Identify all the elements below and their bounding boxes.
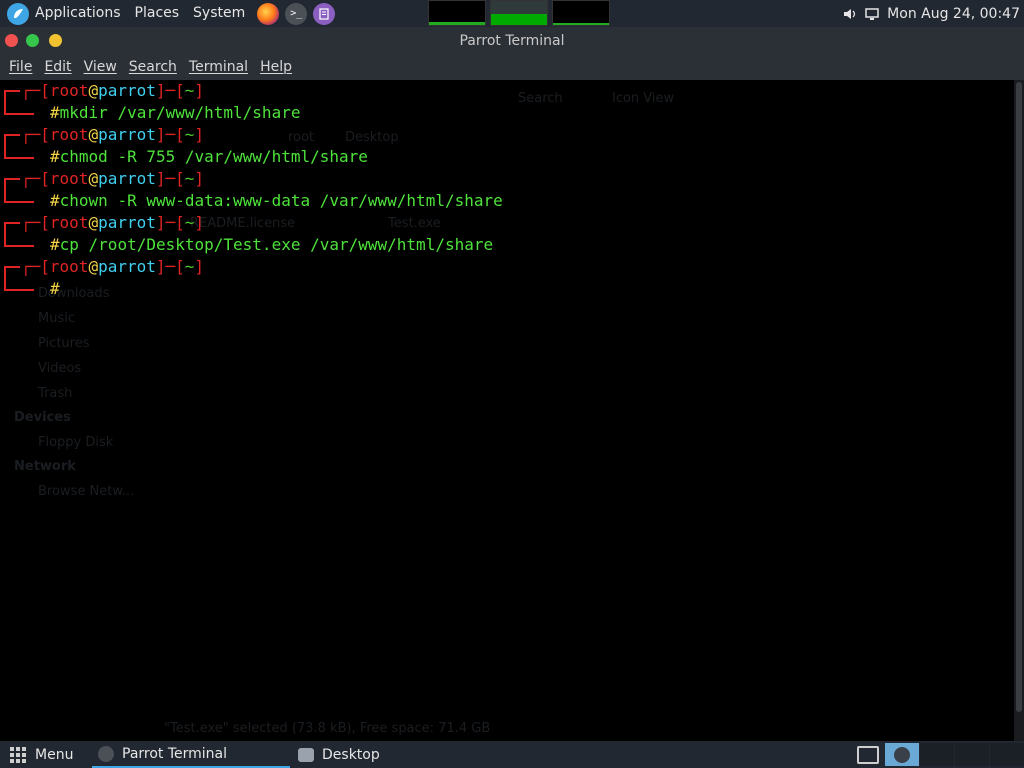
workspace-2[interactable] — [920, 743, 954, 766]
network-monitor — [552, 0, 610, 26]
prompt-line: ┌─[root@parrot]─[~] — [21, 169, 205, 188]
command-text: mkdir /var/www/html/share — [59, 103, 301, 122]
prompt-line: ┌─[root@parrot]─[~] — [21, 213, 205, 232]
system-tray: Mon Aug 24, 00:47 — [843, 0, 1020, 27]
terminal-output[interactable]: Search Icon View root Desktop README.lic… — [0, 80, 1014, 741]
folder-icon — [298, 747, 314, 762]
prompt-line: ┌─[root@parrot]─[~] — [21, 125, 205, 144]
maximize-window-button[interactable] — [49, 34, 62, 47]
terminal-icon — [894, 746, 910, 763]
active-command-line[interactable]: # — [50, 278, 60, 300]
keyboard-icon[interactable] — [857, 745, 879, 764]
memory-monitor — [490, 0, 548, 26]
menu-help[interactable]: Help — [260, 59, 292, 75]
command-line: #chmod -R 755 /var/www/html/share — [50, 147, 368, 166]
parrot-logo-icon[interactable] — [7, 2, 29, 25]
prompt-block-4: ┌─[root@parrot]─[~] #cp /root/Desktop/Te… — [0, 212, 1000, 256]
menu-terminal[interactable]: Terminal — [189, 59, 248, 75]
command-line: #cp /root/Desktop/Test.exe /var/www/html… — [50, 235, 494, 254]
ghost-sidebar-pictures: Pictures — [38, 336, 90, 351]
command-line: #chown -R www-data:www-data /var/www/htm… — [50, 191, 503, 210]
prompt-block-5: ┌─[root@parrot]─[~] # — [0, 256, 1000, 300]
prompt-block-1: ┌─[root@parrot]─[~] #mkdir /var/www/html… — [0, 80, 1000, 124]
menu-edit[interactable]: Edit — [44, 59, 71, 75]
taskbar-label: Parrot Terminal — [122, 745, 228, 762]
command-line: #mkdir /var/www/html/share — [50, 103, 301, 122]
taskbar-item-parrot-terminal[interactable]: Parrot Terminal — [92, 741, 290, 768]
command-text: cp /root/Desktop/Test.exe /var/www/html/… — [59, 235, 494, 254]
cpu-monitor — [428, 0, 486, 26]
menu-search[interactable]: Search — [129, 59, 177, 75]
workspace-4[interactable] — [990, 743, 1024, 766]
menu-file[interactable]: File — [9, 59, 32, 75]
workspace-3[interactable] — [955, 743, 989, 766]
taskbar-label: Desktop — [322, 746, 380, 763]
menu-view[interactable]: View — [84, 59, 117, 75]
volume-icon[interactable] — [843, 7, 857, 21]
close-window-button[interactable] — [5, 34, 18, 47]
window-title-bar[interactable]: Parrot Terminal — [0, 27, 1024, 54]
ghost-sidebar-music: Music — [38, 311, 75, 326]
prompt-line: ┌─[root@parrot]─[~] — [21, 257, 205, 276]
window-title: Parrot Terminal — [459, 32, 565, 49]
workspace-switcher — [857, 741, 1024, 768]
applications-menu[interactable]: Applications — [35, 0, 121, 27]
command-text: chmod -R 755 /var/www/html/share — [59, 147, 368, 166]
system-menu[interactable]: System — [193, 0, 245, 27]
ghost-status-bar: "Test.exe" selected (73.8 kB), Free spac… — [164, 721, 491, 736]
firefox-icon[interactable] — [257, 2, 280, 25]
main-menu-button[interactable]: Menu — [0, 741, 88, 768]
places-menu[interactable]: Places — [135, 0, 180, 27]
clock[interactable]: Mon Aug 24, 00:47 — [887, 6, 1020, 22]
workspace-1[interactable] — [885, 743, 919, 766]
ghost-sidebar-trash: Trash — [38, 386, 73, 401]
taskbar-item-desktop[interactable]: Desktop — [292, 741, 482, 768]
ghost-device-floppy: Floppy Disk — [38, 435, 114, 450]
text-editor-icon[interactable] — [313, 2, 336, 25]
ghost-network-browse: Browse Netw... — [38, 484, 135, 499]
command-text: chown -R www-data:www-data /var/www/html… — [59, 191, 503, 210]
terminal-scrollbar[interactable] — [1014, 80, 1024, 741]
prompt-block-2: ┌─[root@parrot]─[~] #chmod -R 755 /var/w… — [0, 124, 1000, 168]
terminal-icon — [98, 745, 114, 762]
prompt-block-3: ┌─[root@parrot]─[~] #chown -R www-data:w… — [0, 168, 1000, 212]
scrollbar-thumb[interactable] — [1016, 82, 1022, 712]
ghost-network-header: Network — [14, 459, 76, 474]
main-menu-label: Menu — [35, 746, 74, 763]
terminal-menu-bar: File Edit View Search Terminal Help — [0, 54, 1024, 80]
ghost-devices-header: Devices — [14, 410, 71, 425]
system-monitor[interactable] — [428, 0, 610, 26]
ghost-sidebar-videos: Videos — [38, 361, 82, 376]
display-icon[interactable] — [865, 7, 879, 21]
minimize-window-button[interactable] — [26, 34, 39, 47]
grid-menu-icon — [10, 746, 26, 763]
bottom-panel: Menu Parrot Terminal Desktop — [0, 741, 1024, 768]
terminal-launcher-icon[interactable]: >_ — [285, 2, 308, 25]
top-panel: Applications Places System >_ Mon Aug 24… — [0, 0, 1024, 27]
prompt-line: ┌─[root@parrot]─[~] — [21, 81, 205, 100]
